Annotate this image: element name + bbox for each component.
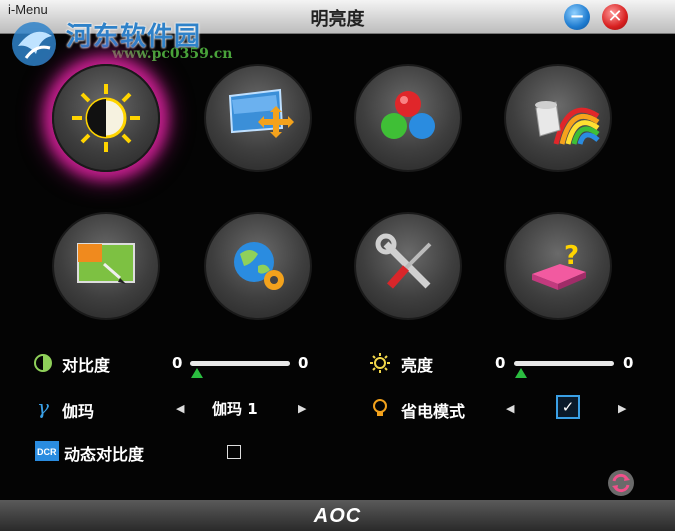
tile-color-setup[interactable] xyxy=(354,64,462,172)
footer-bar: AOC xyxy=(0,500,675,531)
contrast-min-value: 0 xyxy=(172,354,183,372)
close-button[interactable]: ✕ xyxy=(602,4,628,30)
tile-picture-boost[interactable] xyxy=(504,64,612,172)
minus-icon: − xyxy=(569,6,585,27)
contrast-slider-thumb[interactable] xyxy=(191,368,203,378)
dcr-icon: DCR xyxy=(35,441,59,461)
eco-next-arrow[interactable]: ▶ xyxy=(618,402,626,415)
imenu-window: i-Menu 明亮度 − ✕ 河东软件园 www.pc0359.cn ? 对比度… xyxy=(0,0,675,531)
brightness-slider-thumb[interactable] xyxy=(515,368,527,378)
minimize-button[interactable]: − xyxy=(564,4,590,30)
tile-osd-setup[interactable] xyxy=(52,212,160,320)
gamma-next-arrow[interactable]: ▶ xyxy=(298,402,306,415)
gamma-value: 伽玛 1 xyxy=(212,400,258,418)
brightness-min-value: 0 xyxy=(495,354,506,372)
contrast-icon xyxy=(34,354,52,372)
brightness-max-value: 0 xyxy=(623,354,634,372)
tile-factory-tools[interactable] xyxy=(354,212,462,320)
brightness-label: 亮度 xyxy=(401,356,434,375)
gamma-prev-arrow[interactable]: ◀ xyxy=(176,402,184,415)
picture-boost-icon xyxy=(535,101,600,145)
close-x-icon: ✕ xyxy=(607,6,623,27)
reset-button[interactable] xyxy=(607,469,635,497)
tile-image-setup[interactable] xyxy=(204,64,312,172)
tile-help[interactable]: ? xyxy=(504,212,612,320)
contrast-label: 对比度 xyxy=(62,356,111,375)
eco-prev-arrow[interactable]: ◀ xyxy=(506,402,514,415)
image-setup-icon xyxy=(228,88,294,138)
aoc-logo: AOC xyxy=(313,505,362,527)
contrast-max-value: 0 xyxy=(298,354,309,372)
dcr-checkbox[interactable] xyxy=(227,445,241,459)
color-setup-icon xyxy=(381,91,435,139)
factory-tools-icon xyxy=(375,233,432,289)
tile-extra[interactable] xyxy=(204,212,312,320)
contrast-slider[interactable] xyxy=(190,361,290,366)
brightness-slider[interactable] xyxy=(514,361,614,366)
svg-text:DCR: DCR xyxy=(37,447,57,457)
gamma-icon: γ xyxy=(37,395,49,419)
help-icon: ? xyxy=(532,241,586,290)
checkmark-icon: ✓ xyxy=(561,398,575,416)
sun-icon xyxy=(370,353,390,373)
tile-brightness[interactable] xyxy=(52,64,160,172)
eco-mode-label: 省电模式 xyxy=(401,402,466,421)
watermark-logo-icon xyxy=(12,22,56,66)
dcr-label: 动态对比度 xyxy=(64,445,145,464)
brightness-icon xyxy=(72,84,140,152)
osd-setup-icon xyxy=(77,243,135,284)
watermark-url: www.pc0359.cn xyxy=(112,46,233,62)
eco-mode-checkbox[interactable]: ✓ xyxy=(556,395,580,419)
svg-text:?: ? xyxy=(564,241,579,271)
extra-globe-icon xyxy=(234,242,284,290)
gamma-label: 伽玛 xyxy=(62,402,95,421)
eco-bulb-icon xyxy=(373,399,387,416)
